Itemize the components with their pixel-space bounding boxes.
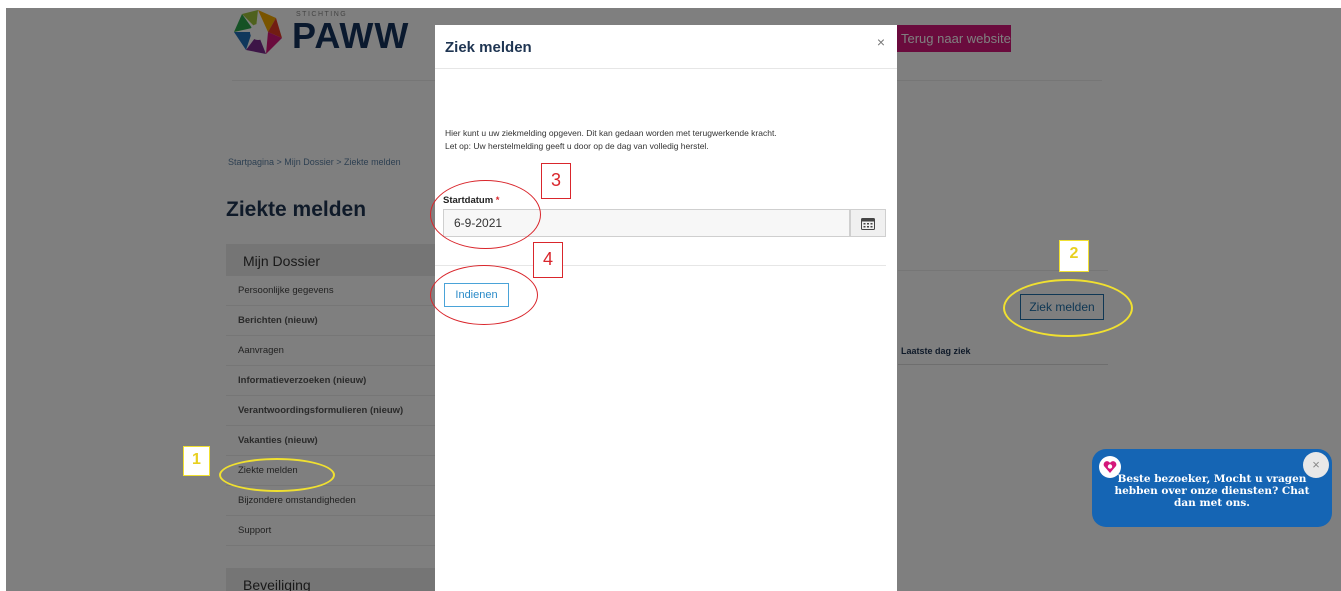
annotation-1: 1 (183, 446, 210, 476)
annotation-ellipse-4 (430, 265, 538, 325)
annotation-ellipse-2 (1003, 279, 1133, 337)
chat-message: Beste bezoeker, Mocht u vragen hebben ov… (1114, 473, 1310, 509)
calendar-button[interactable] (850, 209, 886, 237)
modal-footer-divider (435, 265, 886, 266)
modal-header: Ziek melden × (435, 25, 897, 69)
modal-intro-text: Hier kunt u uw ziekmelding opgeven. Dit … (445, 127, 890, 153)
chat-close-icon[interactable]: × (1303, 452, 1329, 478)
annotation-ellipse-1 (219, 458, 335, 492)
intro-line-1: Hier kunt u uw ziekmelding opgeven. Dit … (445, 128, 777, 138)
annotation-4: 4 (533, 242, 563, 278)
chat-widget[interactable]: Beste bezoeker, Mocht u vragen hebben ov… (1092, 449, 1332, 527)
annotation-3: 3 (541, 163, 571, 199)
close-icon[interactable]: × (877, 34, 885, 50)
intro-line-2: Let op: Uw herstelmelding geeft u door o… (445, 141, 709, 151)
calendar-icon (861, 217, 875, 230)
annotation-ellipse-3 (430, 180, 541, 249)
annotation-2: 2 (1059, 240, 1089, 272)
chat-heart-icon (1103, 461, 1117, 473)
screenshot-stage: STICHTING PAWW Terug naar website Startp… (0, 0, 1341, 591)
modal-title: Ziek melden (445, 39, 532, 56)
